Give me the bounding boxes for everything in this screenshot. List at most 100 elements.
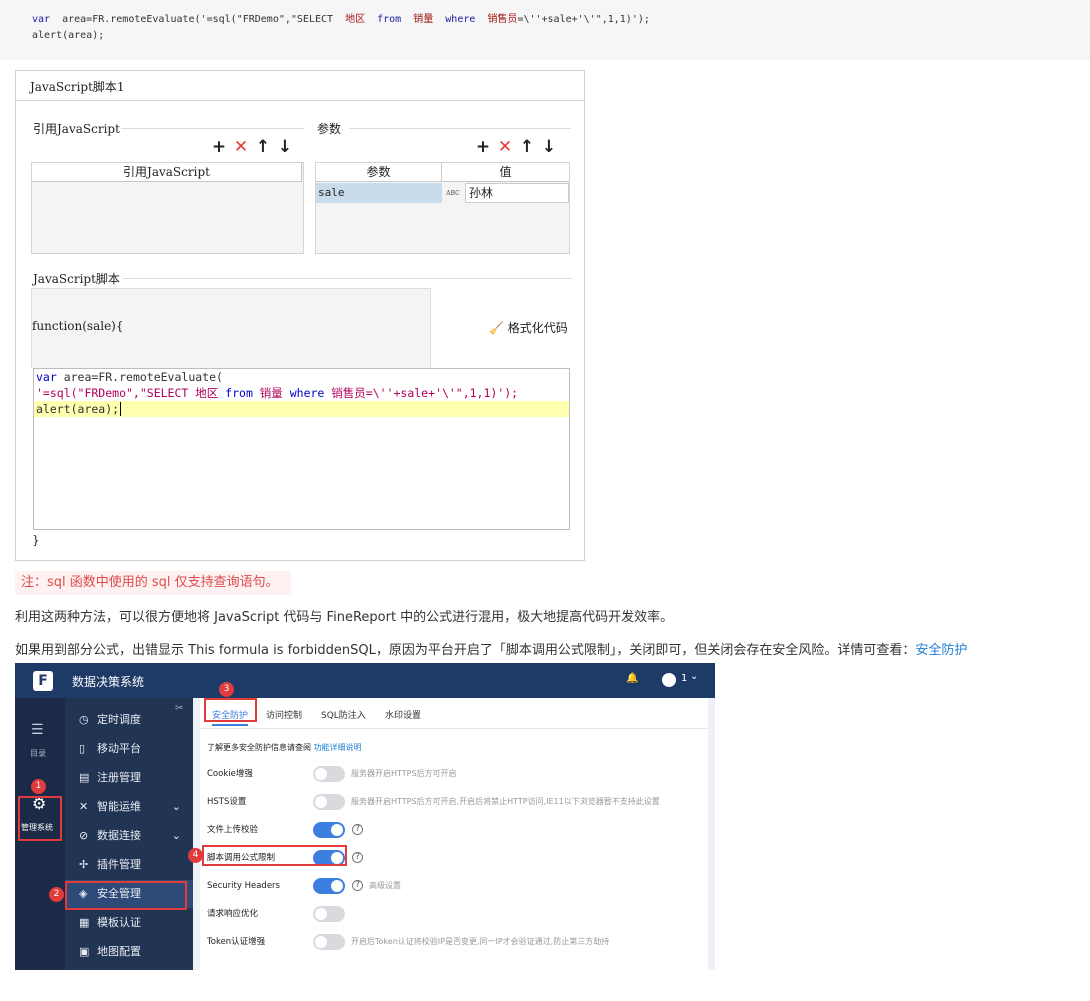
menu-item-plugin[interactable]: ✢ 插件管理 xyxy=(65,851,193,879)
highlight-box xyxy=(65,881,187,910)
template-icon: ▦ xyxy=(79,916,90,929)
code-text: =\''+sale+'\'",1,1)'); xyxy=(517,14,650,25)
step-badge: 4 xyxy=(188,848,203,863)
code-line-active: alert(area); xyxy=(34,401,569,417)
bell-icon[interactable]: 🔔 xyxy=(626,673,638,684)
highlight-box xyxy=(204,698,257,722)
code-text: 地区 xyxy=(345,14,366,25)
menu-item-data-connection[interactable]: ⊘ 数据连接 ⌄ xyxy=(65,822,193,850)
paragraph-text: 如果用到部分公式，出错显示 This formula is forbiddenS… xyxy=(15,643,916,658)
menu-label: 模板认证 xyxy=(97,916,141,929)
text-cursor xyxy=(120,402,122,416)
link-icon: ⊘ xyxy=(79,829,89,842)
help-icon[interactable]: ? xyxy=(352,880,363,891)
param-table: 参数 值 sale ABC 孙林 xyxy=(315,162,570,254)
add-icon[interactable]: + xyxy=(208,138,230,156)
chevron-down-icon[interactable]: ⌄ xyxy=(690,671,698,682)
type-selector-icon[interactable]: ABC xyxy=(442,185,464,203)
setting-label: Cookie增强 xyxy=(207,769,253,779)
help-icon[interactable]: ? xyxy=(352,852,363,863)
arrow-up-icon[interactable]: ↑ xyxy=(516,138,538,156)
function-header: function(sale){ xyxy=(32,319,124,333)
menu-item-ops[interactable]: ✕ 智能运维 ⌄ xyxy=(65,793,193,821)
ref-column-header[interactable]: 引用JavaScript xyxy=(32,163,302,182)
highlight-box xyxy=(202,845,347,866)
arrow-up-icon[interactable]: ↑ xyxy=(252,138,274,156)
code-text: 销售员 xyxy=(487,14,518,25)
token-auth-toggle[interactable] xyxy=(313,934,345,950)
script-editor[interactable]: var area=FR.remoteEvaluate( '=sql("FRDem… xyxy=(33,368,570,530)
mobile-icon: ▯ xyxy=(79,742,86,755)
code-keyword: where xyxy=(289,386,325,400)
function-close: } xyxy=(32,533,40,547)
divider xyxy=(123,278,572,279)
param-column-header[interactable]: 参数 xyxy=(316,163,442,182)
param-name-cell[interactable]: sale xyxy=(316,183,442,203)
cookie-toggle[interactable] xyxy=(313,766,345,782)
code-text: alert(area); xyxy=(32,30,105,41)
setting-desc: 服务器开启HTTPS后方可开启,开启后将禁止HTTP访问,IE11以下浏览器暂不… xyxy=(351,797,660,806)
menu-item-schedule[interactable]: ◷ 定时调度 xyxy=(65,706,193,734)
hsts-toggle[interactable] xyxy=(313,794,345,810)
javascript-dialog: JavaScript脚本1 引用JavaScript + ✕ ↑ ↓ 引用Jav… xyxy=(15,70,585,561)
delete-icon[interactable]: ✕ xyxy=(230,138,252,156)
map-icon: ▣ xyxy=(79,945,90,958)
setting-label: Security Headers xyxy=(207,881,280,891)
code-text: 销量 xyxy=(413,14,434,25)
tab-watermark[interactable]: 水印设置 xyxy=(385,706,421,726)
step-badge: 2 xyxy=(49,887,64,902)
tab-sql-injection[interactable]: SQL防注入 xyxy=(321,706,366,726)
menu-label: 数据连接 xyxy=(97,829,141,842)
side-menu: ✂ ◷ 定时调度 ▯ 移动平台 ▤ 注册管理 ✕ 智能运维 ⌄ ⊘ 数据连接 ⌄ ✢ 插件管理 … xyxy=(65,698,193,970)
upload-check-toggle[interactable] xyxy=(313,822,345,838)
avatar-icon[interactable] xyxy=(662,673,676,687)
menu-label: 定时调度 xyxy=(97,713,141,726)
script-group-label: JavaScript脚本 xyxy=(33,272,120,286)
param-toolbar: + ✕ ↑ ↓ xyxy=(472,138,560,156)
detail-link[interactable]: 功能详细说明 xyxy=(314,743,362,752)
directory-label[interactable]: 目录 xyxy=(30,748,46,759)
menu-item-map[interactable]: ▣ 地图配置 xyxy=(65,938,193,966)
arrow-down-icon[interactable]: ↓ xyxy=(538,138,560,156)
menu-item-mobile[interactable]: ▯ 移动平台 xyxy=(65,735,193,763)
tab-access-control[interactable]: 访问控制 xyxy=(266,706,302,726)
code-block: var area=FR.remoteEvaluate('=sql("FRDemo… xyxy=(0,0,1090,60)
arrow-down-icon[interactable]: ↓ xyxy=(274,138,296,156)
user-name[interactable]: 1 xyxy=(681,673,687,684)
code-keyword: from xyxy=(225,386,253,400)
setting-label: 请求响应优化 xyxy=(207,909,259,919)
code-string: 销售员=\''+sale+'\'",1,1)'); xyxy=(324,386,519,400)
ops-icon: ✕ xyxy=(79,800,89,813)
menu-label: 智能运维 xyxy=(97,800,141,813)
code-text: area=FR.remoteEvaluate( xyxy=(56,370,223,384)
app-title: 数据决策系统 xyxy=(72,675,145,689)
ref-table[interactable]: 引用JavaScript xyxy=(31,162,304,254)
param-value-input[interactable]: 孙林 xyxy=(465,183,569,203)
format-code-button[interactable]: 🧹 格式化代码 xyxy=(489,319,568,336)
top-bar: F 数据决策系统 🔔 1 ⌄ xyxy=(15,663,715,698)
brush-icon: 🧹 xyxy=(489,321,504,335)
code-keyword: var xyxy=(36,370,57,384)
menu-item-template-auth[interactable]: ▦ 模板认证 xyxy=(65,909,193,937)
menu-label: 插件管理 xyxy=(97,858,141,871)
help-icon[interactable]: ? xyxy=(352,824,363,835)
app-logo-icon: F xyxy=(33,671,53,691)
code-keyword: from xyxy=(365,14,414,25)
delete-icon[interactable]: ✕ xyxy=(494,138,516,156)
code-string: '=sql("FRDemo","SELECT 地区 xyxy=(36,386,226,400)
value-column-header[interactable]: 值 xyxy=(442,163,569,182)
security-headers-toggle[interactable] xyxy=(313,878,345,894)
menu-item-register[interactable]: ▤ 注册管理 xyxy=(65,764,193,792)
list-icon[interactable]: ☰ xyxy=(31,722,44,738)
warning-note: 注：sql 函数中使用的 sql 仅支持查询语句。 xyxy=(15,571,291,595)
add-icon[interactable]: + xyxy=(472,138,494,156)
security-link[interactable]: 安全防护 xyxy=(915,643,967,658)
advanced-settings-link[interactable]: 高级设置 xyxy=(369,878,401,894)
code-line: '=sql("FRDemo","SELECT 地区 from 销量 where … xyxy=(34,385,569,401)
response-opt-toggle[interactable] xyxy=(313,906,345,922)
divider xyxy=(349,128,571,129)
content-panel: 安全防护 访问控制 SQL防注入 水印设置 了解更多安全防护信息请查阅 功能详细… xyxy=(200,698,708,970)
register-icon: ▤ xyxy=(79,771,90,784)
clock-icon: ◷ xyxy=(79,713,89,726)
menu-label: 注册管理 xyxy=(97,771,141,784)
